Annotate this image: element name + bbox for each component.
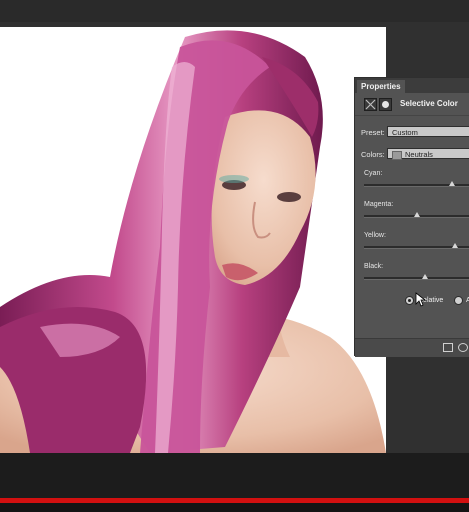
magenta-label: Magenta: — [364, 201, 394, 208]
portrait-image — [0, 30, 386, 453]
neutrals-swatch — [392, 150, 402, 160]
black-slider-thumb[interactable] — [422, 274, 429, 279]
magenta-slider-thumb[interactable] — [414, 212, 420, 217]
mask-icon[interactable] — [379, 98, 392, 111]
clip-to-layer-icon[interactable] — [443, 343, 453, 352]
preset-label: Preset: — [361, 128, 385, 137]
black-slider[interactable] — [364, 277, 469, 280]
panel-footer — [355, 338, 469, 357]
properties-panel: Properties Selective Color Preset: Custo… — [354, 77, 469, 357]
top-toolbar — [0, 0, 469, 22]
adjustment-header: Selective Color — [355, 93, 469, 116]
preset-value: Custom — [392, 128, 418, 137]
adjustment-title: Selective Color — [400, 99, 458, 108]
document-photo[interactable] — [0, 27, 386, 453]
yellow-slider-thumb[interactable] — [452, 243, 459, 248]
cyan-slider-thumb[interactable] — [448, 181, 455, 186]
tab-properties[interactable]: Properties — [357, 80, 405, 93]
colors-label: Colors: — [361, 150, 385, 159]
yellow-label: Yellow: — [364, 232, 386, 239]
preset-dropdown[interactable]: Custom — [387, 126, 469, 137]
cyan-label: Cyan: — [364, 170, 383, 177]
colors-dropdown[interactable]: Neutrals — [387, 148, 469, 160]
colors-value: Neutrals — [405, 150, 433, 159]
absolute-radio[interactable] — [454, 296, 463, 305]
black-label: Black: — [364, 263, 384, 270]
view-previous-icon[interactable] — [458, 343, 468, 352]
bottom-bar — [0, 453, 469, 498]
adjustment-layer-icon[interactable] — [364, 98, 377, 111]
bottom-strip — [0, 503, 469, 512]
mouse-cursor-icon — [415, 292, 425, 307]
relative-radio[interactable] — [405, 296, 414, 305]
panel-tab-bar: Properties — [355, 78, 469, 93]
